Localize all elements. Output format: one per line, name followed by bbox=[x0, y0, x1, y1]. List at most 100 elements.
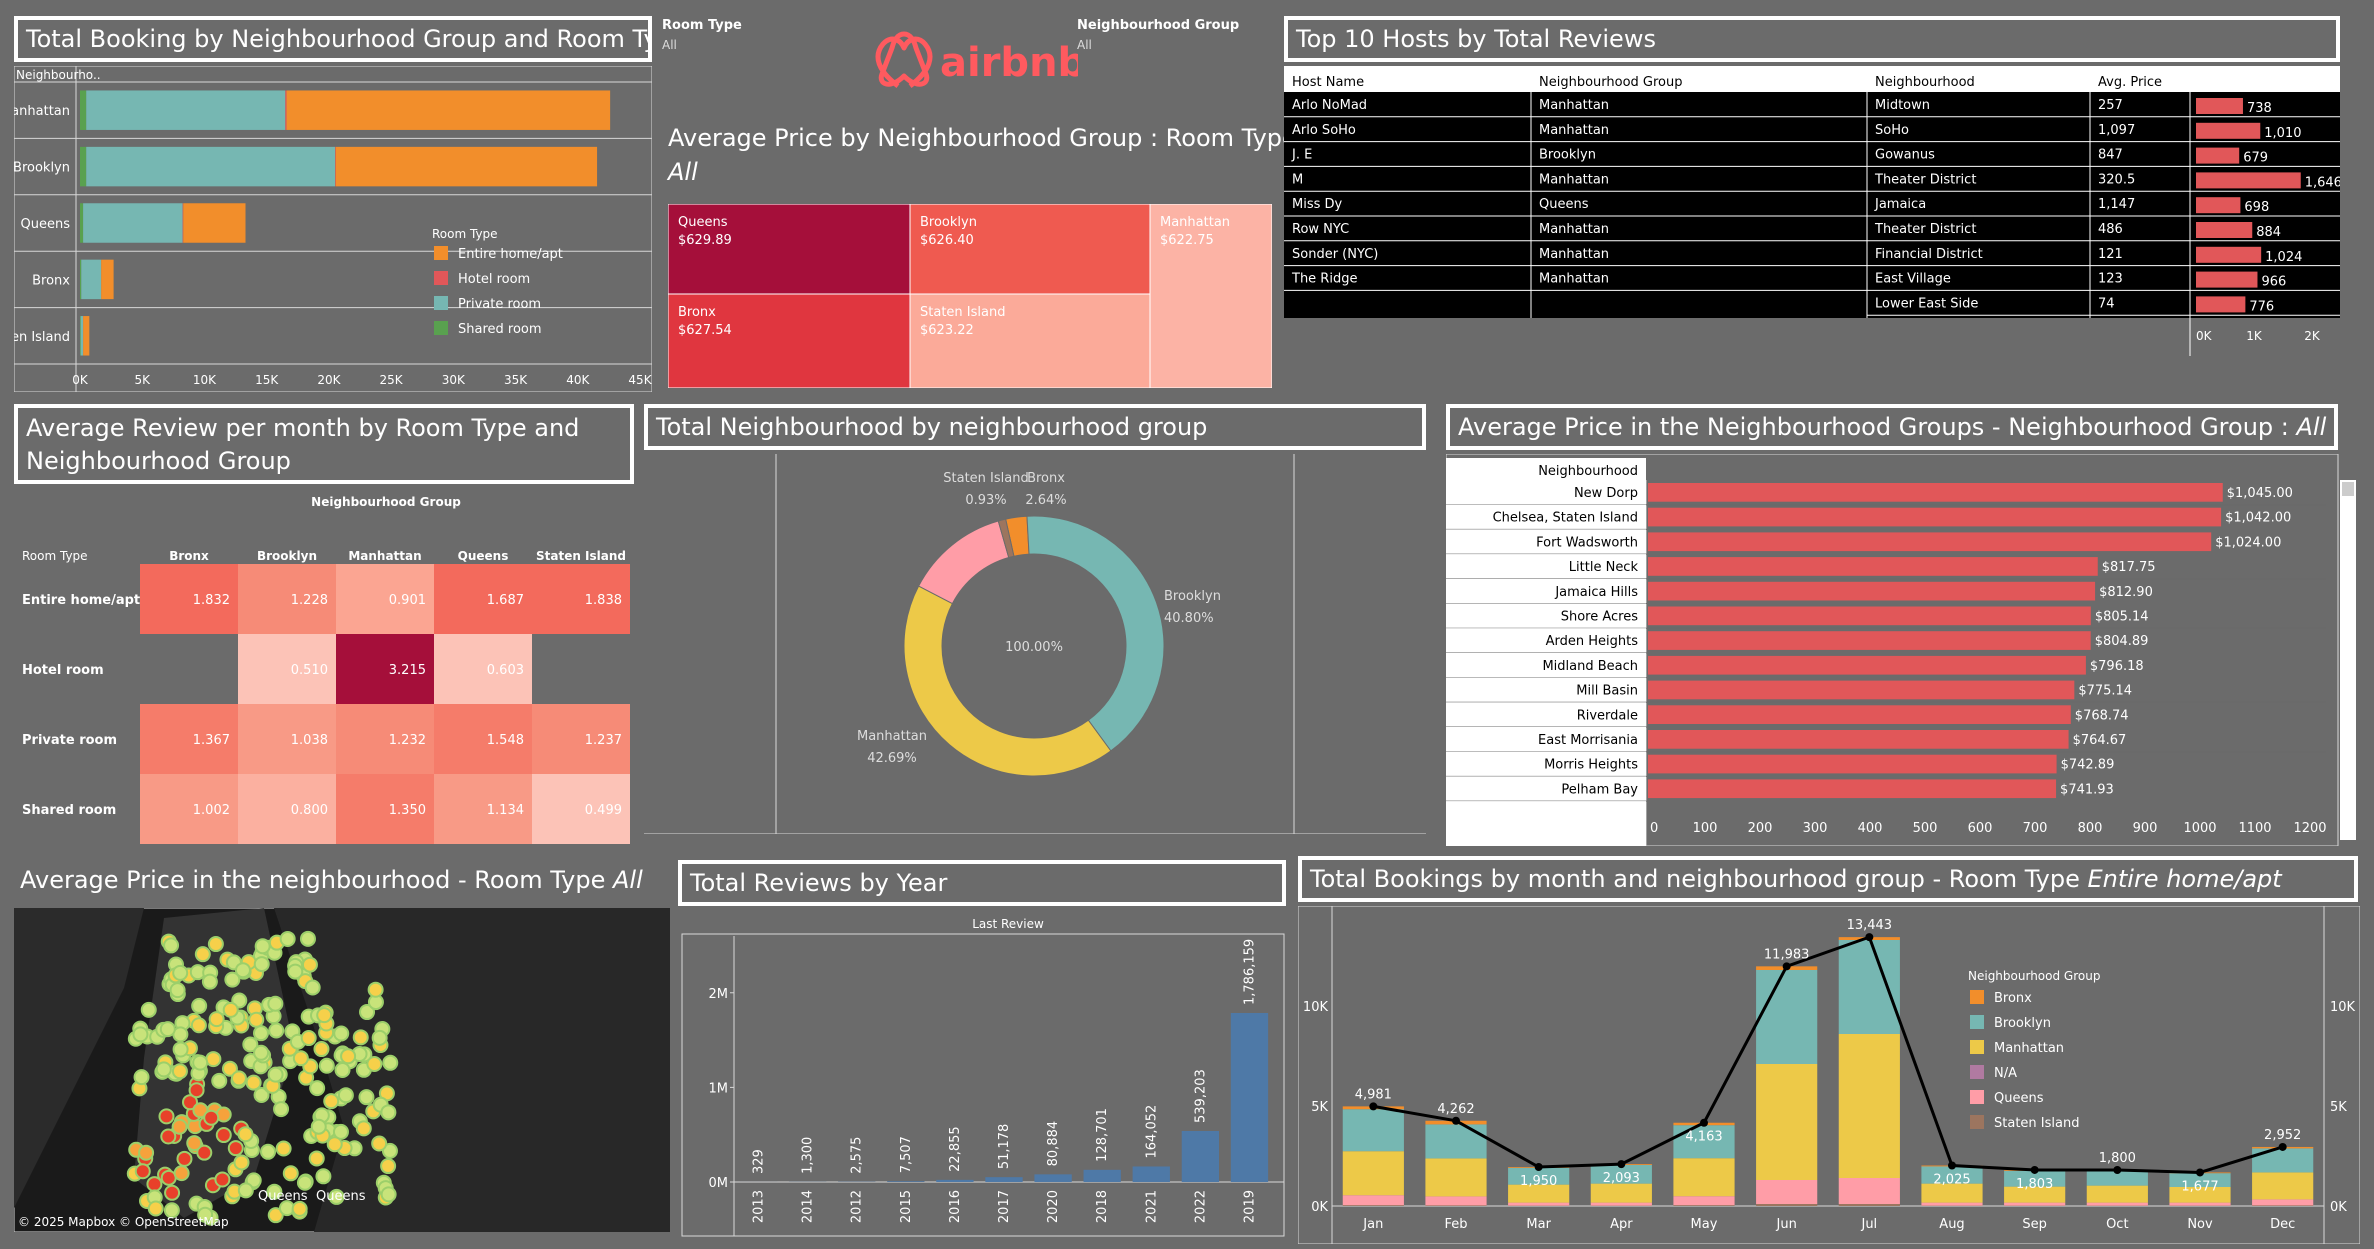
map-hexbin bbox=[176, 1150, 193, 1167]
price-groups-category-label: Jamaica Hills bbox=[1554, 585, 1638, 600]
map-hexbin bbox=[245, 1074, 262, 1091]
booking-x-tick: 45K bbox=[628, 373, 652, 387]
price-treemap-title-text: Average Price by Neighbourhood Group : R… bbox=[668, 124, 1297, 152]
month-total-point bbox=[2030, 1165, 2039, 1174]
map-hexbin bbox=[192, 1054, 209, 1071]
price-groups-title-text: Average Price in the Neighbourhood Group… bbox=[1458, 413, 2297, 441]
month-x-tick: Jan bbox=[1362, 1217, 1383, 1232]
month-bar-segment bbox=[1838, 940, 1900, 1034]
booking-bar-segment bbox=[183, 203, 246, 243]
booking-bar-segment bbox=[80, 203, 84, 243]
price-treemap-subtitle: All bbox=[668, 158, 698, 186]
month-bar-segment bbox=[1673, 1205, 1735, 1206]
month-x-tick: Apr bbox=[1610, 1217, 1633, 1232]
map-hexbin bbox=[301, 956, 318, 973]
month-x-tick: May bbox=[1691, 1217, 1718, 1232]
map-hexbin bbox=[292, 1050, 309, 1067]
map-hexbin bbox=[253, 1044, 270, 1061]
month-total-point bbox=[1865, 933, 1874, 942]
hosts-table-bg bbox=[1284, 66, 2190, 318]
hosts-host-name: J. E bbox=[1291, 148, 1312, 163]
price-groups-bar bbox=[1648, 483, 2223, 502]
month-legend-swatch bbox=[1970, 1065, 1984, 1079]
map-hexbin bbox=[208, 1011, 225, 1028]
month-bar-segment bbox=[2169, 1202, 2231, 1206]
year-bar bbox=[1132, 1166, 1170, 1182]
month-total-point bbox=[1948, 1161, 1956, 1170]
month-x-tick: Mar bbox=[1526, 1217, 1551, 1232]
hosts-avg-price: 257 bbox=[2098, 98, 2123, 113]
map-hexbin bbox=[207, 936, 224, 953]
month-bar-segment bbox=[2252, 1205, 2314, 1206]
hosts-neighbourhood: Midtown bbox=[1875, 98, 1930, 113]
price-groups-x-tick: 100 bbox=[1693, 821, 1718, 836]
booking-legend-label: Entire home/apt bbox=[458, 247, 563, 262]
map-hexbin bbox=[215, 1127, 232, 1144]
heatmap-cell-label: 1.134 bbox=[487, 803, 524, 818]
map-hexbin bbox=[186, 1135, 203, 1152]
map-hexbin bbox=[138, 1144, 155, 1161]
year-bar bbox=[936, 1179, 974, 1182]
hosts-review-bar bbox=[2196, 147, 2240, 164]
year-bar-label: 128,701 bbox=[1095, 1108, 1110, 1162]
year-chart-title: Last Review bbox=[972, 917, 1044, 931]
heatmap-cell-label: 1.237 bbox=[585, 733, 622, 748]
map-hexbin bbox=[260, 1143, 277, 1160]
hosts-column-header: Neighbourhood Group bbox=[1539, 75, 1683, 90]
heatmap-col-label: Brooklyn bbox=[257, 549, 317, 563]
booking-x-tick: 30K bbox=[442, 373, 466, 387]
map-hexbin bbox=[133, 1069, 150, 1086]
hosts-avg-price: 1,097 bbox=[2098, 123, 2135, 138]
month-total-label: 2,025 bbox=[1933, 1173, 1970, 1188]
ng-filter-value[interactable]: All bbox=[1077, 38, 1092, 52]
price-groups-chart: Neighbourhood New Dorp $1,045.00 Chelsea, S… bbox=[1446, 454, 2356, 846]
donut-slice-name: Bronx bbox=[1027, 471, 1065, 486]
month-total-label: 4,981 bbox=[1355, 1087, 1392, 1102]
booking-legend-swatch bbox=[434, 271, 448, 285]
price-groups-bar bbox=[1648, 655, 2086, 675]
hosts-host-name: The Ridge bbox=[1291, 272, 1357, 287]
map-title: Average Price in the neighbourhood - Roo… bbox=[20, 866, 643, 894]
treemap-cell-name: Brooklyn bbox=[920, 215, 977, 230]
price-groups-scrollbar bbox=[2340, 480, 2356, 840]
month-total-label: 11,983 bbox=[1764, 947, 1810, 962]
price-groups-category-label: Morris Heights bbox=[1544, 758, 1638, 773]
month-bar-segment bbox=[1590, 1202, 1652, 1206]
hosts-review-label: 698 bbox=[2244, 200, 2269, 215]
year-bar bbox=[1181, 1130, 1220, 1182]
map-hexbin bbox=[147, 1200, 164, 1217]
month-total-point bbox=[1369, 1102, 1378, 1111]
map-hexbin bbox=[296, 1174, 313, 1191]
map-hexbin bbox=[234, 962, 251, 979]
month-bar-segment bbox=[1673, 1158, 1735, 1197]
year-bar bbox=[985, 1177, 1023, 1182]
map-hexbin bbox=[134, 1163, 151, 1180]
map-hexbin bbox=[172, 964, 189, 981]
map-hexbin bbox=[230, 1070, 247, 1087]
month-total-label: 1,803 bbox=[2016, 1177, 2053, 1192]
room-type-filter-value[interactable]: All bbox=[662, 38, 677, 52]
map-label: Queens bbox=[258, 1189, 308, 1204]
donut-slice-pct: 40.80% bbox=[1164, 611, 1214, 626]
month-legend-swatch bbox=[1970, 1015, 1984, 1029]
month-y-tick-left: 5K bbox=[1311, 1100, 1328, 1115]
hosts-neighbourhood: Gowanus bbox=[1875, 148, 1935, 163]
price-heat-map[interactable]: © 2025 Mapbox © OpenStreetMap Queens Queen… bbox=[14, 908, 670, 1232]
top-hosts-title: Top 10 Hosts by Total Reviews bbox=[1284, 16, 2340, 62]
hosts-group: Manhattan bbox=[1539, 123, 1609, 138]
ng-filter-label: Neighbourhood Group bbox=[1077, 18, 1240, 33]
map-hexbin bbox=[333, 1025, 350, 1042]
heatmap-cell-label: 1.038 bbox=[291, 733, 328, 748]
map-hexbin bbox=[282, 1165, 299, 1182]
map-hexbin bbox=[300, 1030, 317, 1047]
booking-bar-segment bbox=[81, 259, 102, 300]
price-groups-bar-label: $1,024.00 bbox=[2215, 535, 2281, 550]
month-x-tick: Jul bbox=[1860, 1217, 1877, 1232]
price-groups-bar-label: $804.89 bbox=[2095, 634, 2149, 649]
month-bar-segment bbox=[1425, 1158, 1487, 1197]
year-bar bbox=[1034, 1174, 1072, 1182]
airbnb-logo: airbnb bbox=[875, 31, 1078, 88]
year-y-tick: 1M bbox=[709, 1081, 729, 1096]
booking-legend-label: Hotel room bbox=[458, 272, 530, 287]
heatmap-cell-label: 1.687 bbox=[487, 593, 524, 608]
